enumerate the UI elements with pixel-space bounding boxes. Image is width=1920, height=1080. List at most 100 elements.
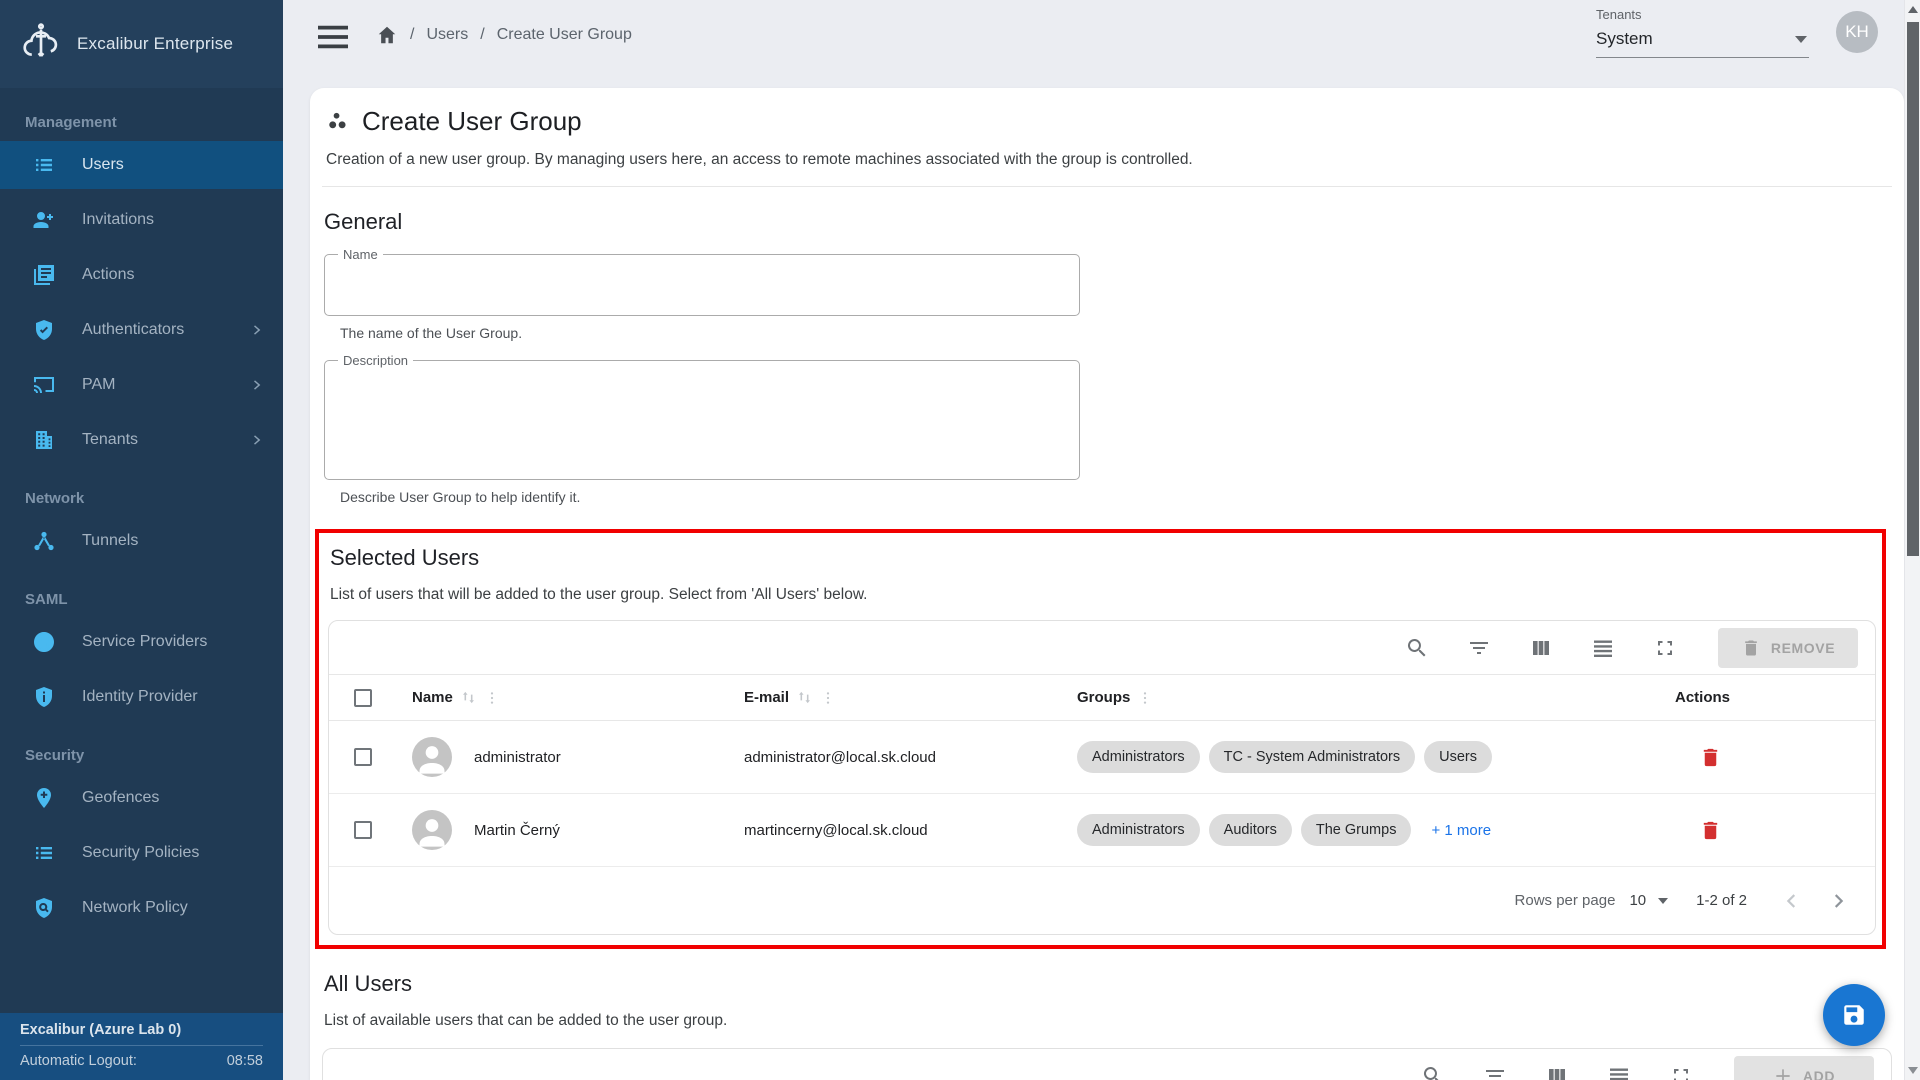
table-row: Martin Černý martincerny@local.sk.cloud … bbox=[329, 794, 1875, 867]
fullscreen-icon[interactable] bbox=[1669, 1064, 1693, 1080]
delete-row-icon[interactable] bbox=[1699, 819, 1722, 842]
globe-icon bbox=[32, 630, 56, 654]
sidebar-item-label: Authenticators bbox=[82, 321, 184, 339]
vertical-scrollbar[interactable] bbox=[1904, 0, 1920, 1080]
name-field[interactable]: Name bbox=[324, 254, 1080, 316]
sidebar-item-network-policy[interactable]: Network Policy bbox=[0, 884, 283, 932]
sidebar-item-authenticators[interactable]: Authenticators bbox=[0, 306, 283, 354]
brand-header: Excalibur Enterprise bbox=[0, 0, 283, 88]
sidebar-item-label: Network Policy bbox=[82, 899, 188, 917]
home-icon[interactable] bbox=[376, 24, 398, 46]
breadcrumb-users[interactable]: Users bbox=[426, 26, 468, 44]
sidebar-item-invitations[interactable]: Invitations bbox=[0, 196, 283, 244]
screen-cast-icon bbox=[32, 373, 56, 397]
column-menu-icon[interactable] bbox=[1137, 690, 1153, 706]
sidebar-item-geofences[interactable]: Geofences bbox=[0, 774, 283, 822]
sidebar-item-users[interactable]: Users bbox=[0, 141, 283, 189]
hamburger-menu-icon[interactable] bbox=[318, 25, 348, 49]
sidebar-item-tunnels[interactable]: Tunnels bbox=[0, 517, 283, 565]
density-icon[interactable] bbox=[1607, 1064, 1631, 1080]
fullscreen-icon[interactable] bbox=[1653, 636, 1677, 660]
section-saml: SAML bbox=[0, 591, 283, 608]
tenant-select-value: System bbox=[1596, 29, 1653, 49]
sort-icon[interactable] bbox=[796, 689, 813, 706]
user-avatar[interactable]: KH bbox=[1836, 11, 1878, 53]
plus-icon bbox=[1773, 1066, 1793, 1080]
filter-icon[interactable] bbox=[1483, 1064, 1507, 1080]
column-name[interactable]: Name bbox=[412, 689, 453, 706]
sidebar-item-identity-provider[interactable]: Identity Provider bbox=[0, 673, 283, 721]
column-actions: Actions bbox=[1675, 689, 1730, 706]
selected-users-table: REMOVE Name E-mail Groups bbox=[328, 620, 1876, 935]
row-checkbox[interactable] bbox=[354, 821, 372, 839]
sidebar-item-label: Identity Provider bbox=[82, 688, 198, 706]
description-helper-text: Describe User Group to help identify it. bbox=[340, 489, 1892, 505]
topbar: / Users / Create User Group Tenants Syst… bbox=[283, 0, 1904, 88]
divider bbox=[322, 186, 1892, 187]
delete-row-icon[interactable] bbox=[1699, 746, 1722, 769]
search-icon[interactable] bbox=[1405, 636, 1429, 660]
brand-name: Excalibur Enterprise bbox=[77, 34, 233, 54]
sidebar-item-label: PAM bbox=[82, 376, 115, 394]
select-all-checkbox[interactable] bbox=[354, 689, 372, 707]
sort-icon[interactable] bbox=[460, 689, 477, 706]
sidebar-item-label: Tunnels bbox=[82, 532, 138, 550]
column-email[interactable]: E-mail bbox=[744, 689, 789, 706]
sidebar-item-actions[interactable]: Actions bbox=[0, 251, 283, 299]
sidebar-item-security-policies[interactable]: Security Policies bbox=[0, 829, 283, 877]
shield-check-icon bbox=[32, 318, 56, 342]
tenant-select[interactable]: Tenants System bbox=[1596, 7, 1809, 58]
auto-logout-timer: 08:58 bbox=[227, 1053, 263, 1069]
section-management: Management bbox=[0, 114, 283, 131]
sidebar-item-service-providers[interactable]: Service Providers bbox=[0, 618, 283, 666]
user-avatar-icon bbox=[412, 737, 452, 777]
sidebar-item-label: Invitations bbox=[82, 211, 154, 229]
sidebar-item-pam[interactable]: PAM bbox=[0, 361, 283, 409]
columns-icon[interactable] bbox=[1529, 636, 1553, 660]
building-icon bbox=[32, 428, 56, 452]
scroll-down-icon[interactable] bbox=[1908, 1067, 1918, 1074]
chevron-right-icon bbox=[249, 432, 265, 448]
previous-page-icon[interactable] bbox=[1781, 890, 1803, 912]
columns-icon[interactable] bbox=[1545, 1064, 1569, 1080]
save-fab-button[interactable] bbox=[1823, 984, 1885, 1046]
list-icon bbox=[32, 841, 56, 865]
column-groups[interactable]: Groups bbox=[1077, 689, 1130, 706]
breadcrumb-current: Create User Group bbox=[497, 26, 632, 44]
hub-icon bbox=[32, 529, 56, 553]
group-chip: Administrators bbox=[1077, 741, 1200, 773]
sidebar-item-tenants[interactable]: Tenants bbox=[0, 416, 283, 464]
selected-users-toolbar: REMOVE bbox=[329, 621, 1875, 675]
search-icon[interactable] bbox=[1421, 1064, 1445, 1080]
user-name: Martin Černý bbox=[474, 822, 560, 839]
person-add-icon bbox=[32, 208, 56, 232]
table-row: administrator administrator@local.sk.clo… bbox=[329, 721, 1875, 794]
filter-icon[interactable] bbox=[1467, 636, 1491, 660]
scrollbar-thumb[interactable] bbox=[1907, 22, 1919, 556]
remove-button[interactable]: REMOVE bbox=[1718, 628, 1858, 668]
user-avatar-icon bbox=[412, 810, 452, 850]
selected-users-heading: Selected Users bbox=[330, 545, 1874, 571]
table-pagination: Rows per page 10 1-2 of 2 bbox=[329, 867, 1875, 934]
sidebar-item-label: Actions bbox=[82, 266, 134, 284]
sidebar-item-label: Users bbox=[82, 156, 124, 174]
description-field[interactable]: Description bbox=[324, 360, 1080, 480]
density-icon[interactable] bbox=[1591, 636, 1615, 660]
rows-per-page-select[interactable]: 10 bbox=[1629, 892, 1668, 909]
group-scatter-icon bbox=[326, 110, 349, 133]
all-users-toolbar: ADD bbox=[323, 1049, 1891, 1080]
section-security: Security bbox=[0, 747, 283, 764]
group-chip: The Grumps bbox=[1301, 814, 1412, 846]
column-menu-icon[interactable] bbox=[484, 690, 500, 706]
more-groups-link[interactable]: + 1 more bbox=[1431, 822, 1491, 839]
scroll-up-icon[interactable] bbox=[1908, 6, 1918, 13]
table-header-row: Name E-mail Groups Actions bbox=[329, 675, 1875, 721]
all-users-table: ADD bbox=[322, 1048, 1892, 1080]
selected-users-subtitle: List of users that will be added to the … bbox=[330, 586, 1874, 604]
row-checkbox[interactable] bbox=[354, 748, 372, 766]
chevron-down-icon bbox=[1795, 36, 1807, 43]
sidebar-footer: Excalibur (Azure Lab 0) Automatic Logout… bbox=[0, 1013, 283, 1080]
column-menu-icon[interactable] bbox=[820, 690, 836, 706]
next-page-icon[interactable] bbox=[1827, 890, 1849, 912]
add-button[interactable]: ADD bbox=[1734, 1056, 1874, 1080]
